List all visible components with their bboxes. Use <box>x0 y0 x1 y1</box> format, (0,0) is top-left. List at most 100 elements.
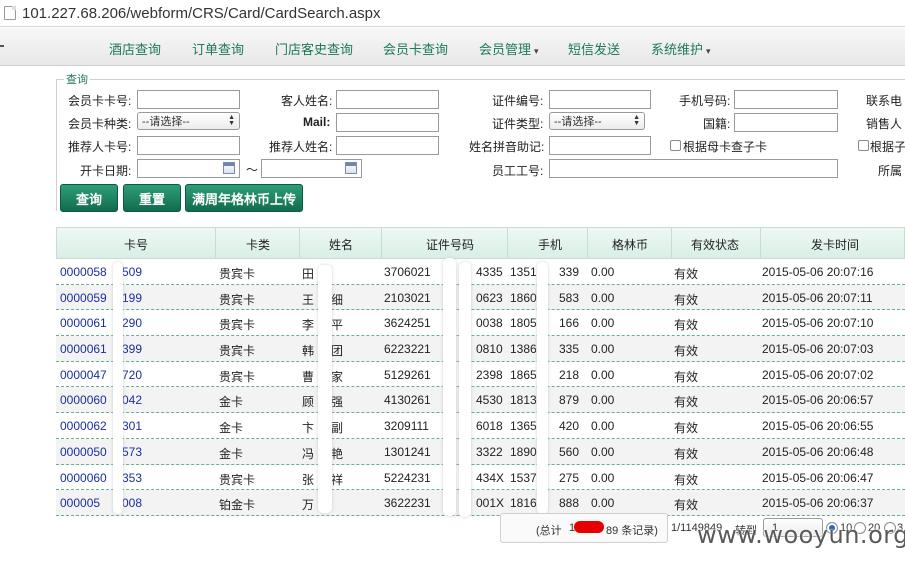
address-bar[interactable]: 101.227.68.206/webform/CRS/Card/CardSear… <box>0 0 905 27</box>
cell-card-no[interactable]: 0000050 <box>60 445 107 459</box>
cell-id-no-tail: 001X <box>476 496 505 511</box>
cell-name: 韩 <box>302 344 315 359</box>
cell-coins: 0.00 <box>591 419 615 434</box>
cell-card-no-tail[interactable]: 399 <box>122 342 142 356</box>
employee-no-input[interactable] <box>549 159 838 178</box>
cell-card-type: 金卡 <box>219 395 244 410</box>
cell-card-no-tail[interactable]: 042 <box>122 393 142 407</box>
cell-coins: 0.00 <box>591 470 615 485</box>
query-button[interactable]: 查询 <box>60 184 118 212</box>
id-no-input[interactable] <box>549 90 651 109</box>
referrer-name-input[interactable] <box>336 136 439 155</box>
cell-issue-time: 2015-05-06 20:07:16 <box>762 265 874 279</box>
referrer-card-input[interactable] <box>137 136 240 155</box>
cell-status: 有效 <box>674 369 699 384</box>
cell-mobile-tail: 583 <box>559 290 580 305</box>
cell-card-no[interactable]: 0000061 <box>60 316 107 330</box>
cell-name-tail: 团 <box>331 344 344 359</box>
pinyin-input[interactable] <box>549 136 651 155</box>
cell-card-no[interactable]: 0000059 <box>60 291 107 305</box>
nav-sms-send[interactable]: 短信发送 <box>568 39 620 58</box>
upload-coins-button[interactable]: 满周年格林币上传 <box>185 184 303 212</box>
cell-issue-time: 2015-05-06 20:07:10 <box>762 316 874 331</box>
cell-mobile-tail: 218 <box>559 367 580 382</box>
table-row[interactable]: 0000058 509 贵宾卡 田 3706021 4335 1351 339 0.00 有效 20… <box>56 259 905 285</box>
cell-name-tail: 平 <box>331 318 344 333</box>
nationality-input[interactable] <box>734 113 838 132</box>
calendar-icon[interactable] <box>223 162 235 174</box>
cell-mobile-tail: 166 <box>559 316 580 331</box>
cell-id-no-tail: 3322 <box>476 444 503 459</box>
table-row[interactable]: 0000061 290 贵宾卡 李 平 3624251 0038 1805 166 0.00 有效 2… <box>56 310 905 337</box>
id-type-select[interactable]: --请选择-- ▲ ▼ <box>549 112 645 130</box>
cell-card-no[interactable]: 0000060 <box>60 471 107 485</box>
cell-card-no-tail[interactable]: 290 <box>122 316 142 330</box>
cell-issue-time: 2015-05-06 20:07:11 <box>762 290 873 305</box>
cell-name: 曹 <box>302 369 315 384</box>
table-row[interactable]: 0000061 399 贵宾卡 韩 团 6223221 0810 1386 335 0.00 有效 2… <box>56 336 905 362</box>
table-row[interactable]: 0000060 353 贵宾卡 张 祥 5224231 434X 1537 275 0.00 有效 2… <box>56 465 905 491</box>
card-no-input[interactable] <box>137 90 240 109</box>
cell-card-no-tail[interactable]: 509 <box>122 265 142 279</box>
cell-name-tail: 细 <box>331 292 344 307</box>
calendar-icon[interactable] <box>345 162 357 174</box>
cell-id-no: 5224231 <box>384 470 431 485</box>
cell-issue-time: 2015-05-06 20:06:48 <box>762 444 874 459</box>
cell-card-no-tail[interactable]: 573 <box>122 445 142 459</box>
cell-card-no-tail[interactable]: 008 <box>122 496 142 510</box>
mobile-input[interactable] <box>734 90 838 109</box>
select-arrows-icon: ▲ ▼ <box>633 114 640 127</box>
cell-mobile-tail: 335 <box>559 342 580 357</box>
cell-card-no-tail[interactable]: 720 <box>122 368 142 382</box>
nav-order-search[interactable]: 订单查询 <box>192 39 244 58</box>
cell-id-no: 3209111 <box>384 419 429 434</box>
cell-mobile-tail: 879 <box>559 393 580 408</box>
cell-id-no-tail: 4530 <box>476 393 503 408</box>
card-type-select[interactable]: --请选择-- ▲ ▼ <box>137 112 240 130</box>
cell-id-no-tail: 0623 <box>476 290 503 305</box>
parent-card-checkbox[interactable] <box>670 140 681 151</box>
cell-card-no[interactable]: 0000060 <box>60 393 107 407</box>
label-contact: 联系电 <box>866 94 903 108</box>
id-type-select-value: --请选择-- <box>554 116 602 128</box>
guest-name-input[interactable] <box>336 90 439 109</box>
cell-card-no-tail[interactable]: 353 <box>122 471 142 485</box>
header-name: 姓名 <box>328 238 353 252</box>
cell-card-no[interactable]: 0000061 <box>60 342 107 356</box>
menu-stub-icon <box>0 45 4 47</box>
table-row[interactable]: 0000047 720 贵宾卡 曹 家 5129261 2398 1865 218 0.00 有效 2… <box>56 362 905 388</box>
cell-status: 有效 <box>674 395 699 410</box>
child-card-checkbox[interactable] <box>858 140 869 151</box>
table-row[interactable]: 0000062 301 金卡 卞 副 3209111 6018 1365 420 0.00 有效 20… <box>56 413 905 439</box>
cell-card-no-tail[interactable]: 199 <box>122 291 142 305</box>
nav-member-card-search[interactable]: 会员卡查询 <box>383 39 448 58</box>
cell-card-no-tail[interactable]: 301 <box>122 419 142 433</box>
table-row[interactable]: 000005 008 铂金卡 万 3622231 001X 1816 888 0.00 有效 201… <box>56 490 905 516</box>
cell-card-no[interactable]: 0000047 <box>60 368 107 382</box>
cell-card-no[interactable]: 0000058 <box>60 265 107 279</box>
cell-mobile: 1816 <box>510 496 537 511</box>
cell-card-type: 金卡 <box>219 446 244 461</box>
date-range-tilde: ～ <box>246 163 259 177</box>
cell-name: 张 <box>302 472 315 487</box>
redaction-stroke <box>318 265 332 513</box>
mail-input[interactable] <box>336 113 439 132</box>
cell-card-no[interactable]: 000005 <box>60 496 100 510</box>
cell-card-type: 贵宾卡 <box>219 267 256 281</box>
cell-id-no: 2103021 <box>384 290 431 305</box>
table-row[interactable]: 0000059 199 贵宾卡 王 细 2103021 0623 1860 583 0.00 有效 2… <box>56 284 905 311</box>
nav-member-management[interactable]: 会员管理 ▾ <box>479 39 539 58</box>
nav-system-maintenance[interactable]: 系统维护 ▾ <box>651 39 711 58</box>
cell-id-no: 6223221 <box>384 342 431 357</box>
nav-hotel-search[interactable]: 酒店查询 <box>109 39 161 58</box>
cell-coins: 0.00 <box>591 367 615 382</box>
reset-button[interactable]: 重置 <box>123 184 181 212</box>
table-row[interactable]: 0000050 573 金卡 冯 艳 1301241 3322 1890 560 0.00 有效 20… <box>56 438 905 465</box>
cell-issue-time: 2015-05-06 20:07:02 <box>762 367 874 382</box>
cell-issue-time: 2015-05-06 20:06:57 <box>762 393 874 408</box>
cell-mobile: 1365 <box>510 419 537 434</box>
url-text[interactable]: 101.227.68.206/webform/CRS/Card/CardSear… <box>22 5 381 22</box>
table-row[interactable]: 0000060 042 金卡 顾 强 4130261 4530 1813 879 0.00 有效 20… <box>56 387 905 414</box>
nav-guest-history[interactable]: 门店客史查询 <box>275 39 353 58</box>
cell-card-no[interactable]: 0000062 <box>60 419 107 433</box>
